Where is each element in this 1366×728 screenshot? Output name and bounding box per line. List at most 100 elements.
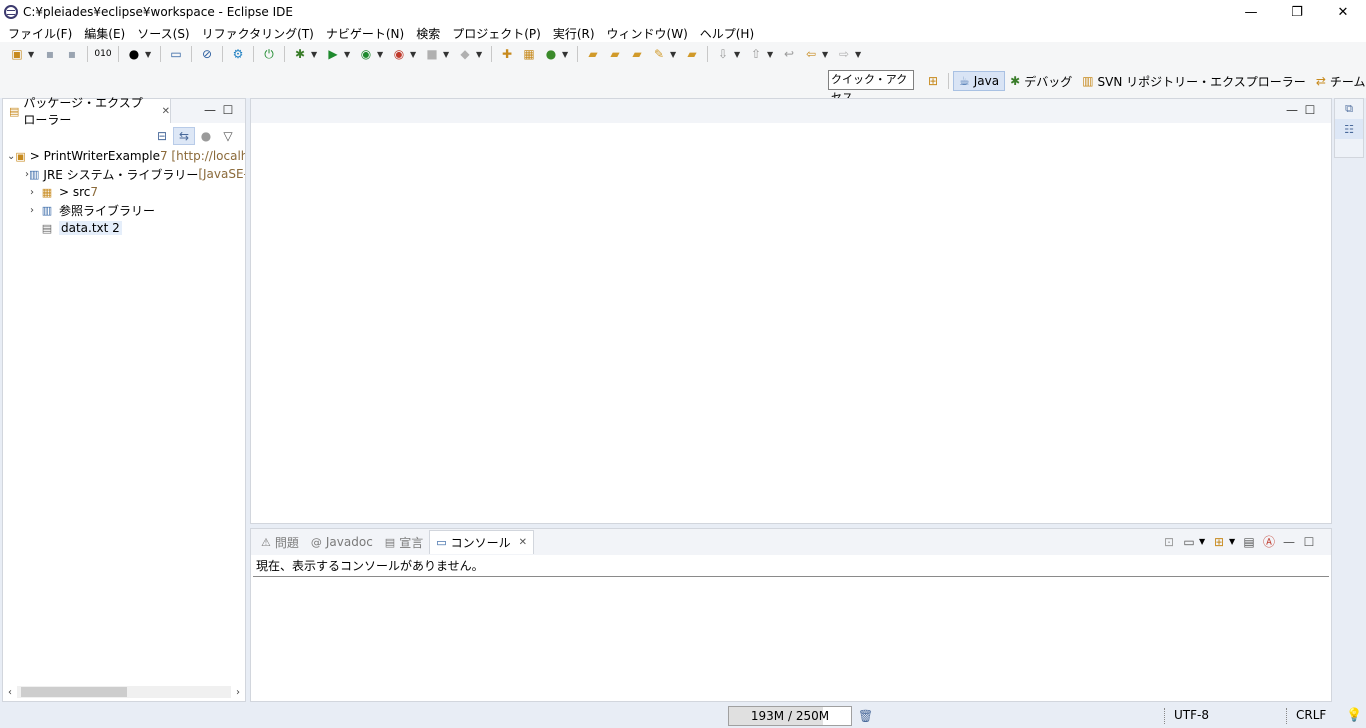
perspective-team-sync[interactable]: ⇄ チーム同期化 <box>1311 71 1366 91</box>
open-folder-icon[interactable]: ▰ <box>628 45 646 63</box>
next-annotation-icon[interactable]: ⇩ <box>714 45 732 63</box>
save-icon[interactable]: ▪ <box>41 45 59 63</box>
collapse-all-icon[interactable]: ⊟ <box>151 127 173 145</box>
new-package-icon[interactable]: ▦ <box>520 45 538 63</box>
restore-icon[interactable]: ⧉ <box>1335 99 1363 119</box>
run-dropdown-icon[interactable]: ▼ <box>344 50 352 59</box>
deploy-dropdown-icon[interactable]: ▼ <box>476 50 484 59</box>
menu-run[interactable]: 実行(R) <box>547 25 601 42</box>
back-dropdown-icon[interactable]: ▼ <box>822 50 830 59</box>
close-icon[interactable]: ✕ <box>519 537 527 548</box>
outline-icon[interactable]: ☷ <box>1335 119 1363 139</box>
coverage-dropdown-icon[interactable]: ▼ <box>377 50 385 59</box>
minimize-icon[interactable]: — <box>1279 535 1299 549</box>
new-class-dropdown-icon[interactable]: ▼ <box>562 50 570 59</box>
menu-navigate[interactable]: ナビゲート(N) <box>320 25 410 42</box>
external-tools-dropdown-icon[interactable]: ▼ <box>410 50 418 59</box>
tree-item-project[interactable]: ⌄ ▣ > PrintWriterExample 7 [http://local… <box>3 147 245 165</box>
heap-status[interactable]: 193M / 250M <box>728 706 852 726</box>
chevron-right-icon[interactable]: › <box>25 205 39 216</box>
trash-icon[interactable]: 🗑 <box>858 709 873 723</box>
menu-file[interactable]: ファイル(F) <box>2 25 78 42</box>
previous-annotation-icon[interactable]: ⇧ <box>747 45 765 63</box>
save-all-icon[interactable]: ▪ <box>63 45 81 63</box>
focus-workweek-icon[interactable]: ● <box>195 127 217 145</box>
open-console-dropdown-icon[interactable]: ▼ <box>1229 537 1239 546</box>
tab-console[interactable]: ▭ コンソール ✕ <box>429 530 535 554</box>
new-class-icon[interactable]: ● <box>542 45 560 63</box>
chevron-right-icon[interactable]: › <box>25 187 39 198</box>
server-start-icon[interactable]: ⏻ <box>260 45 278 63</box>
minimize-icon[interactable]: — <box>201 103 219 117</box>
menu-source[interactable]: ソース(S) <box>131 25 195 42</box>
menu-project[interactable]: プロジェクト(P) <box>446 25 547 42</box>
minimize-button[interactable]: — <box>1228 0 1274 24</box>
last-edit-icon[interactable]: ↩ <box>780 45 798 63</box>
forward-dropdown-icon[interactable]: ▼ <box>855 50 863 59</box>
tree-item-jre[interactable]: › ▥ JRE システム・ライブラリー [JavaSE-1.8] <box>3 165 245 183</box>
perspective-svn[interactable]: ▥ SVN リポジトリー・エクスプローラー <box>1077 71 1311 91</box>
run-icon[interactable]: ▶ <box>324 45 342 63</box>
perspective-java[interactable]: ☕ Java <box>953 71 1006 91</box>
open-task-icon[interactable]: ▰ <box>606 45 624 63</box>
binary-icon[interactable]: 010 <box>94 45 112 63</box>
deploy-icon[interactable]: ◆ <box>456 45 474 63</box>
lightbulb-icon[interactable]: 💡 <box>1346 708 1362 723</box>
view-menu-icon[interactable]: ▽ <box>217 127 239 145</box>
maximize-icon[interactable]: ☐ <box>1299 535 1319 549</box>
perspective-debug[interactable]: ✱ デバッグ <box>1005 71 1077 91</box>
close-icon[interactable]: ✕ <box>162 106 170 117</box>
open-console-icon[interactable]: ⊞ <box>1209 535 1229 549</box>
chevron-down-icon[interactable]: ⌄ <box>7 151 15 162</box>
scroll-track[interactable] <box>17 686 231 698</box>
tab-problems[interactable]: ⚠ 問題 <box>255 530 305 554</box>
terminal-icon[interactable]: ▭ <box>167 45 185 63</box>
editor-area[interactable]: — ☐ <box>250 98 1332 524</box>
maximize-icon[interactable]: ☐ <box>219 103 237 117</box>
axis-icon[interactable]: Ⓐ <box>1259 533 1279 550</box>
external-tools-icon[interactable]: ◉ <box>390 45 408 63</box>
menu-search[interactable]: 検索 <box>410 25 446 42</box>
new-dropdown-icon[interactable]: ▼ <box>28 50 36 59</box>
minimize-icon[interactable]: — <box>1283 103 1301 117</box>
menu-edit[interactable]: 編集(E) <box>78 25 131 42</box>
debug-icon[interactable]: ✱ <box>291 45 309 63</box>
previous-annotation-dropdown-icon[interactable]: ▼ <box>767 50 775 59</box>
close-button[interactable]: ✕ <box>1320 0 1366 24</box>
scroll-left-icon[interactable]: ‹ <box>3 687 17 698</box>
clear-console-icon[interactable]: ▤ <box>1239 535 1259 549</box>
quick-access-input[interactable]: クイック・アクセス <box>828 70 914 104</box>
display-console-icon[interactable]: ▭ <box>1179 535 1199 549</box>
scroll-right-icon[interactable]: › <box>231 687 245 698</box>
profile-icon[interactable]: ● <box>125 45 143 63</box>
tree-item-referenced-libraries[interactable]: › ▥ 参照ライブラリー <box>3 201 245 219</box>
forward-icon[interactable]: ⇨ <box>835 45 853 63</box>
horizontal-scrollbar[interactable]: ‹ › <box>3 685 245 699</box>
coverage-icon[interactable]: ◉ <box>357 45 375 63</box>
search-dropdown-icon[interactable]: ▼ <box>670 50 678 59</box>
stop-icon[interactable]: ■ <box>423 45 441 63</box>
maximize-icon[interactable]: ☐ <box>1301 103 1319 117</box>
menu-refactor[interactable]: リファクタリング(T) <box>196 25 320 42</box>
open-perspective-icon[interactable]: ⊞ <box>924 72 942 90</box>
menu-help[interactable]: ヘルプ(H) <box>694 25 760 42</box>
new-java-project-icon[interactable]: ✚ <box>498 45 516 63</box>
skip-breakpoints-icon[interactable]: ⊘ <box>198 45 216 63</box>
open-type-icon[interactable]: ▰ <box>584 45 602 63</box>
scroll-thumb[interactable] <box>21 687 127 697</box>
settings-icon[interactable]: ⚙ <box>229 45 247 63</box>
open-resource-icon[interactable]: ▰ <box>683 45 701 63</box>
display-console-dropdown-icon[interactable]: ▼ <box>1199 537 1209 546</box>
pin-console-icon[interactable]: ⊡ <box>1159 535 1179 549</box>
link-with-editor-icon[interactable]: ⇆ <box>173 127 195 145</box>
search-icon[interactable]: ✎ <box>650 45 668 63</box>
new-icon[interactable]: ▣ <box>8 45 26 63</box>
tab-declaration[interactable]: ▤ 宣言 <box>379 530 429 554</box>
stop-dropdown-icon[interactable]: ▼ <box>443 50 451 59</box>
debug-dropdown-icon[interactable]: ▼ <box>311 50 319 59</box>
profile-dropdown-icon[interactable]: ▼ <box>145 50 153 59</box>
restore-button[interactable]: ❐ <box>1274 0 1320 24</box>
tree-item-src[interactable]: › ▦ > src 7 <box>3 183 245 201</box>
next-annotation-dropdown-icon[interactable]: ▼ <box>734 50 742 59</box>
tree-item-data-txt[interactable]: ▤ data.txt 2 <box>3 219 245 237</box>
